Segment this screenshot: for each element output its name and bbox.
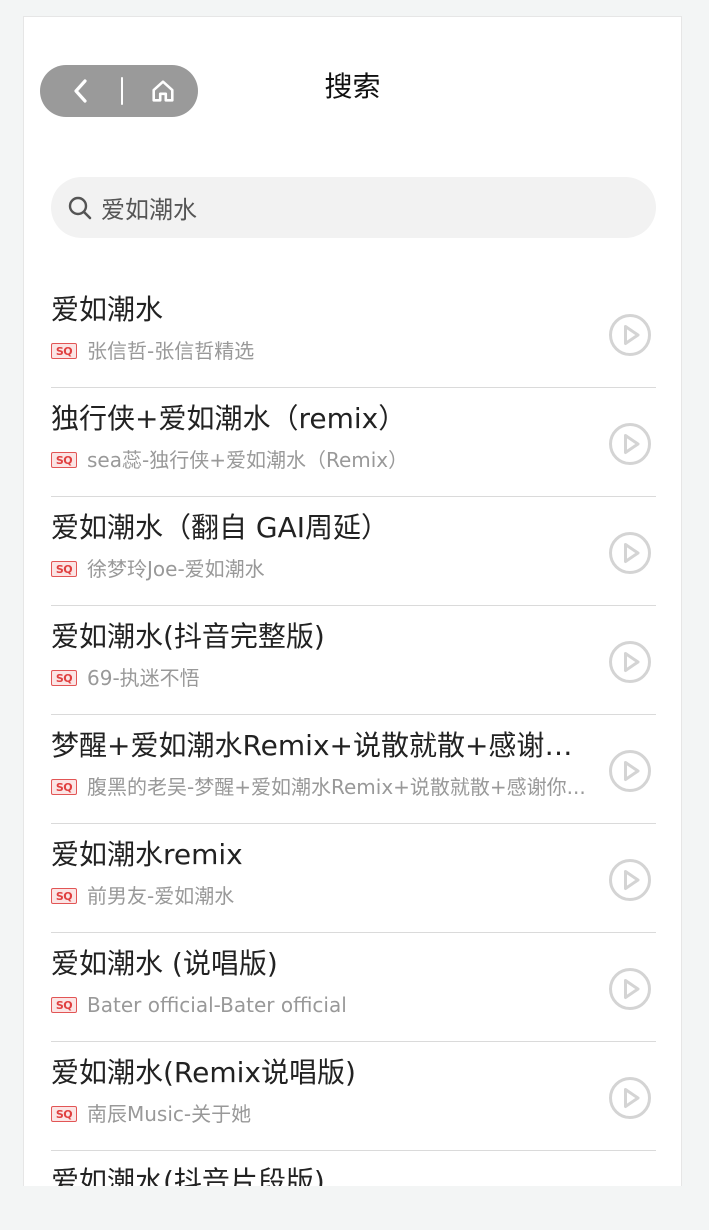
- song-title: 爱如潮水remix: [51, 838, 243, 871]
- list-item[interactable]: 爱如潮水(抖音完整版) SQ 69-执迷不悟: [51, 606, 656, 715]
- list-item[interactable]: 爱如潮水(Remix说唱版) SQ 南辰Music-关于她: [51, 1042, 656, 1151]
- song-artist-album: 南辰Music-关于她: [87, 1102, 252, 1126]
- play-circle-icon[interactable]: [608, 749, 652, 793]
- quality-badge: SQ: [51, 779, 77, 795]
- play-circle-icon[interactable]: [608, 640, 652, 684]
- play-circle-icon[interactable]: [608, 858, 652, 902]
- play-circle-icon[interactable]: [608, 313, 652, 357]
- song-artist-album: Bater official-Bater official: [87, 993, 347, 1017]
- quality-badge: SQ: [51, 1106, 77, 1122]
- song-artist-album: 徐梦玲Joe-爱如潮水: [87, 557, 265, 581]
- song-meta: SQ sea蕊-独行侠+爱如潮水（Remix）: [51, 446, 611, 474]
- results-list: 爱如潮水 SQ 张信哲-张信哲精选 独行侠+爱如潮水（remix） SQ sea…: [51, 279, 656, 1186]
- song-title: 爱如潮水(抖音完整版): [51, 620, 325, 653]
- search-icon: [67, 195, 93, 221]
- song-artist-album: 腹黑的老吴-梦醒+爱如潮水Remix+说散就散+感谢你...: [87, 775, 586, 799]
- list-item[interactable]: 梦醒+爱如潮水Remix+说散就散+感谢你... SQ 腹黑的老吴-梦醒+爱如潮…: [51, 715, 656, 824]
- quality-badge: SQ: [51, 997, 77, 1013]
- song-title: 爱如潮水(Remix说唱版): [51, 1056, 356, 1089]
- quality-badge: SQ: [51, 343, 77, 359]
- list-item[interactable]: 爱如潮水 (说唱版) SQ Bater official-Bater offic…: [51, 933, 656, 1042]
- quality-badge: SQ: [51, 888, 77, 904]
- quality-badge: SQ: [51, 452, 77, 468]
- song-artist-album: 张信哲-张信哲精选: [87, 339, 255, 363]
- song-artist-album: 前男友-爱如潮水: [87, 884, 235, 908]
- list-item[interactable]: 爱如潮水 SQ 张信哲-张信哲精选: [51, 279, 656, 388]
- play-circle-icon[interactable]: [608, 967, 652, 1011]
- quality-badge: SQ: [51, 561, 77, 577]
- play-circle-icon[interactable]: [608, 422, 652, 466]
- list-item[interactable]: 爱如潮水（翻自 GAI周延） SQ 徐梦玲Joe-爱如潮水: [51, 497, 656, 606]
- song-title: 爱如潮水 (说唱版): [51, 947, 278, 980]
- song-title: 梦醒+爱如潮水Remix+说散就散+感谢你...: [51, 729, 591, 762]
- list-item[interactable]: 爱如潮水(抖音片段版) SQ: [51, 1151, 656, 1186]
- song-title: 爱如潮水: [51, 293, 164, 326]
- song-meta: SQ 徐梦玲Joe-爱如潮水: [51, 555, 611, 583]
- song-meta: SQ 南辰Music-关于她: [51, 1100, 611, 1128]
- song-meta: SQ 69-执迷不悟: [51, 664, 611, 692]
- list-item[interactable]: 独行侠+爱如潮水（remix） SQ sea蕊-独行侠+爱如潮水（Remix）: [51, 388, 656, 497]
- app-screen: 搜索 爱如潮水 SQ 张信哲-张信哲精选 独行侠+爱如潮水（remix） SQ …: [23, 16, 682, 1186]
- search-input[interactable]: [101, 193, 581, 222]
- song-title: 爱如潮水(抖音片段版): [51, 1165, 325, 1186]
- song-title: 爱如潮水（翻自 GAI周延）: [51, 511, 390, 544]
- song-meta: SQ 前男友-爱如潮水: [51, 882, 611, 910]
- song-meta: SQ 腹黑的老吴-梦醒+爱如潮水Remix+说散就散+感谢你...: [51, 773, 611, 801]
- song-meta: SQ Bater official-Bater official: [51, 991, 611, 1019]
- play-circle-icon[interactable]: [608, 1185, 652, 1186]
- song-title: 独行侠+爱如潮水（remix）: [51, 402, 407, 435]
- song-artist-album: 69-执迷不悟: [87, 666, 200, 690]
- play-circle-icon[interactable]: [608, 1076, 652, 1120]
- list-item[interactable]: 爱如潮水remix SQ 前男友-爱如潮水: [51, 824, 656, 933]
- search-bar[interactable]: [51, 177, 656, 238]
- song-meta: SQ 张信哲-张信哲精选: [51, 337, 611, 365]
- song-artist-album: sea蕊-独行侠+爱如潮水（Remix）: [87, 448, 409, 472]
- page-title: 搜索: [324, 70, 381, 103]
- quality-badge: SQ: [51, 670, 77, 686]
- play-circle-icon[interactable]: [608, 531, 652, 575]
